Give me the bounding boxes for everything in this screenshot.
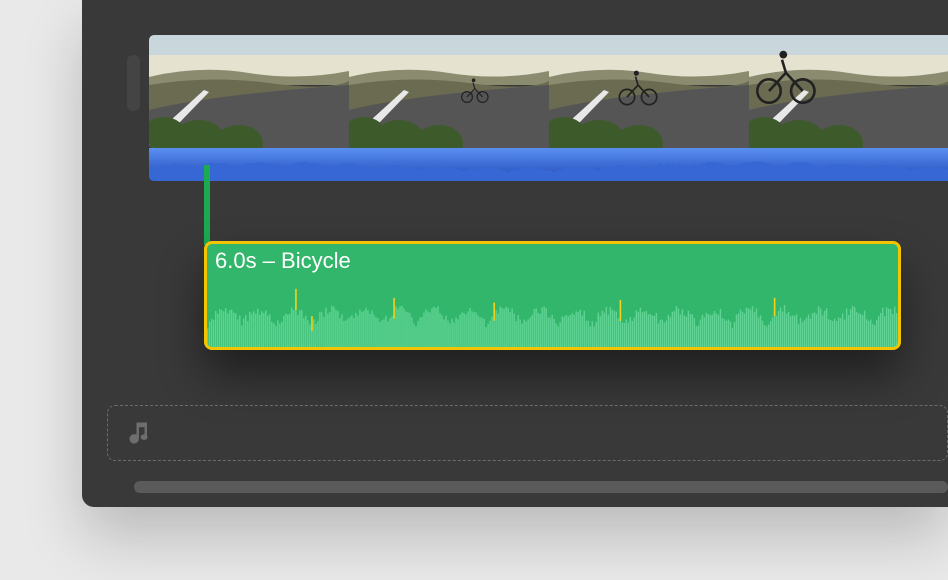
background-music-track[interactable] [107,405,948,461]
video-clip-audio-track[interactable] [149,148,948,181]
horizontal-scrollbar[interactable] [134,481,948,493]
music-note-icon [126,419,154,447]
audio-clip[interactable]: 6.0s – Bicycle [204,241,901,350]
video-frame-2 [349,35,549,148]
video-frame-1 [149,35,349,148]
clip-trim-handle[interactable] [127,55,140,111]
audio-clip-connector [204,165,210,245]
video-frame-3 [549,35,749,148]
timeline-panel: 6.0s – Bicycle [82,0,948,507]
video-frame-4 [749,35,948,148]
audio-clip-label: 6.0s – Bicycle [215,248,351,274]
video-clip[interactable] [149,35,948,148]
